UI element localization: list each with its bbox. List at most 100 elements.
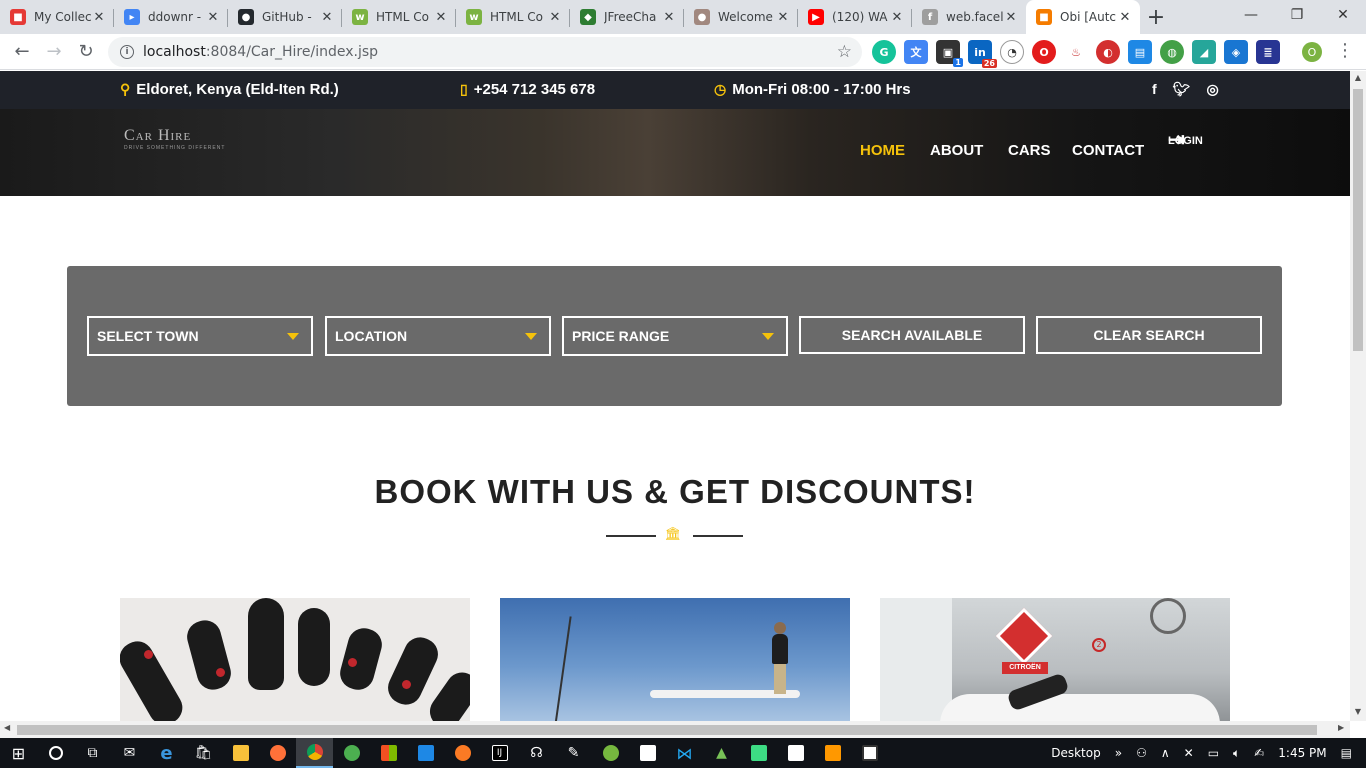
close-tab-icon[interactable]: ✕ [662, 10, 676, 25]
intellij-icon[interactable]: IJ [481, 738, 518, 768]
close-tab-icon[interactable]: ✕ [434, 10, 448, 25]
xampp-icon[interactable] [444, 738, 481, 768]
site-logo[interactable]: Car Hire DRIVE SOMETHING DIFFERENT [124, 127, 225, 151]
virtualbox-icon[interactable] [407, 738, 444, 768]
office-icon[interactable] [370, 738, 407, 768]
nav-about[interactable]: ABOUT [930, 142, 983, 159]
close-tab-icon[interactable]: ✕ [206, 10, 220, 25]
scroll-right-arrow-icon[interactable]: ▶ [1338, 723, 1344, 732]
horizontal-scrollbar[interactable]: ◀ ▶ [0, 721, 1350, 738]
cube-icon[interactable]: ◈ [1224, 40, 1248, 64]
promo-card-boat[interactable] [500, 598, 850, 721]
back-arrow-icon[interactable]: ← [6, 36, 38, 68]
opera-icon[interactable]: O [1032, 40, 1056, 64]
minimize-window-button[interactable]: — [1228, 0, 1274, 30]
new-tab-button[interactable]: + [1140, 0, 1172, 34]
pdf-icon[interactable]: ◐ [1096, 40, 1120, 64]
promo-card-car-keys[interactable] [120, 598, 470, 721]
scrollbar-thumb[interactable] [1353, 89, 1363, 351]
network-app-icon[interactable]: ☊ [518, 738, 555, 768]
browser-tab-9[interactable]: f web.facel ✕ [912, 0, 1026, 34]
clock-time[interactable]: 1:45 PM [1278, 746, 1326, 760]
nav-home[interactable]: HOME [860, 142, 905, 159]
speedometer-icon[interactable]: ◔ [1000, 40, 1024, 64]
profile-avatar[interactable]: O [1302, 42, 1322, 62]
close-tab-icon[interactable]: ✕ [776, 10, 790, 25]
browser-tab-1[interactable]: ■ My Collec ✕ [0, 0, 114, 34]
close-window-button[interactable]: ✕ [1320, 0, 1366, 30]
firefox-icon[interactable] [259, 738, 296, 768]
android-studio-icon[interactable]: ▲ [703, 738, 740, 768]
price-range-dropdown[interactable]: PRICE RANGE [562, 316, 788, 356]
utorrent-icon[interactable] [592, 738, 629, 768]
address-bar[interactable]: i localhost:8084/Car_Hire/index.jsp ☆ [108, 37, 862, 67]
store-icon[interactable]: 🛍︎ [185, 738, 222, 768]
site-info-icon[interactable]: i [120, 45, 134, 59]
scroll-left-arrow-icon[interactable]: ◀ [4, 723, 10, 732]
browser-tab-active[interactable]: ■ Obi [Autc ✕ [1026, 0, 1140, 34]
browser-tab-7[interactable]: ● Welcome ✕ [684, 0, 798, 34]
close-tab-icon[interactable]: ✕ [548, 10, 562, 25]
globe-app-icon[interactable] [333, 738, 370, 768]
globe-icon[interactable]: ◍ [1160, 40, 1184, 64]
paint-icon[interactable] [777, 738, 814, 768]
bookmark-star-icon[interactable]: ☆ [837, 42, 852, 62]
people-icon[interactable]: ⚇ [1136, 746, 1147, 760]
close-tab-icon[interactable]: ✕ [890, 10, 904, 25]
maximize-window-button[interactable]: ❐ [1274, 0, 1320, 30]
select-town-dropdown[interactable]: SELECT TOWN [87, 316, 313, 356]
windows-start-icon[interactable]: ⊞ [0, 738, 37, 768]
translate-icon[interactable]: 文 [904, 40, 928, 64]
linkedin-icon[interactable]: in 26 [968, 40, 997, 68]
extension-badge-icon[interactable]: ▣ 1 [936, 40, 963, 67]
notepad-icon[interactable] [629, 738, 666, 768]
close-tab-icon[interactable]: ✕ [320, 10, 334, 25]
browser-tab-8[interactable]: ▶ (120) WA ✕ [798, 0, 912, 34]
pen-icon[interactable]: ✍ [1254, 746, 1264, 760]
clear-search-button[interactable]: CLEAR SEARCH [1036, 316, 1262, 354]
mail-icon[interactable]: ✉ [111, 738, 148, 768]
browser-tab-6[interactable]: ◆ JFreeCha ✕ [570, 0, 684, 34]
facebook-icon[interactable]: f [1152, 81, 1157, 98]
volume-icon[interactable]: 🔈︎ [1233, 746, 1240, 761]
browser-tab-4[interactable]: w HTML Co ✕ [342, 0, 456, 34]
chrome-icon[interactable] [296, 738, 333, 768]
cortana-search-icon[interactable] [37, 738, 74, 768]
task-view-icon[interactable]: ⧉ [74, 738, 111, 768]
scroll-up-arrow-icon[interactable]: ▲ [1350, 73, 1366, 82]
screenshot-icon[interactable]: ▤ [1128, 40, 1152, 64]
scroll-down-arrow-icon[interactable]: ▼ [1350, 707, 1366, 716]
network-icon[interactable]: ✕ [1184, 746, 1194, 760]
nav-contact[interactable]: CONTACT [1072, 142, 1144, 159]
close-tab-icon[interactable]: ✕ [92, 10, 106, 25]
sublime-icon[interactable] [814, 738, 851, 768]
vertical-scrollbar[interactable]: ▲ ▼ [1350, 71, 1366, 721]
nav-cars[interactable]: CARS [1008, 142, 1051, 159]
browser-tab-2[interactable]: ▸ ddownr - ✕ [114, 0, 228, 34]
file-explorer-icon[interactable] [222, 738, 259, 768]
browser-tab-3[interactable]: ● GitHub - ✕ [228, 0, 342, 34]
chevron-right-icon[interactable]: » [1115, 746, 1122, 760]
bug-icon[interactable]: ♨ [1064, 40, 1088, 64]
browser-menu-icon[interactable]: ⋮ [1336, 40, 1354, 61]
forward-arrow-icon[interactable]: → [38, 36, 70, 68]
tools-icon[interactable]: ✎ [555, 738, 592, 768]
action-center-icon[interactable]: ▤ [1341, 746, 1352, 760]
edge-icon[interactable]: e [148, 738, 185, 768]
instagram-icon[interactable]: ◎ [1206, 81, 1218, 98]
bin-app-icon[interactable] [740, 738, 777, 768]
battery-icon[interactable]: ▭ [1208, 746, 1219, 760]
close-tab-icon[interactable]: ✕ [1004, 10, 1018, 25]
search-available-button[interactable]: SEARCH AVAILABLE [799, 316, 1025, 354]
twitter-icon[interactable]: 🐦︎ [1173, 81, 1191, 98]
grammarly-icon[interactable]: G [872, 40, 896, 64]
browser-tab-5[interactable]: w HTML Co ✕ [456, 0, 570, 34]
chevron-up-icon[interactable]: ∧ [1161, 746, 1170, 760]
scrollbar-thumb[interactable] [17, 725, 1317, 735]
editor-icon[interactable]: ◢ [1192, 40, 1216, 64]
promo-card-garage[interactable]: CITROËN 2 [880, 598, 1230, 721]
desktop-toolbar-label[interactable]: Desktop [1051, 746, 1101, 760]
location-dropdown[interactable]: LOCATION [325, 316, 551, 356]
close-tab-icon[interactable]: ✕ [1118, 10, 1132, 25]
vscode-icon[interactable]: ⋈ [666, 738, 703, 768]
